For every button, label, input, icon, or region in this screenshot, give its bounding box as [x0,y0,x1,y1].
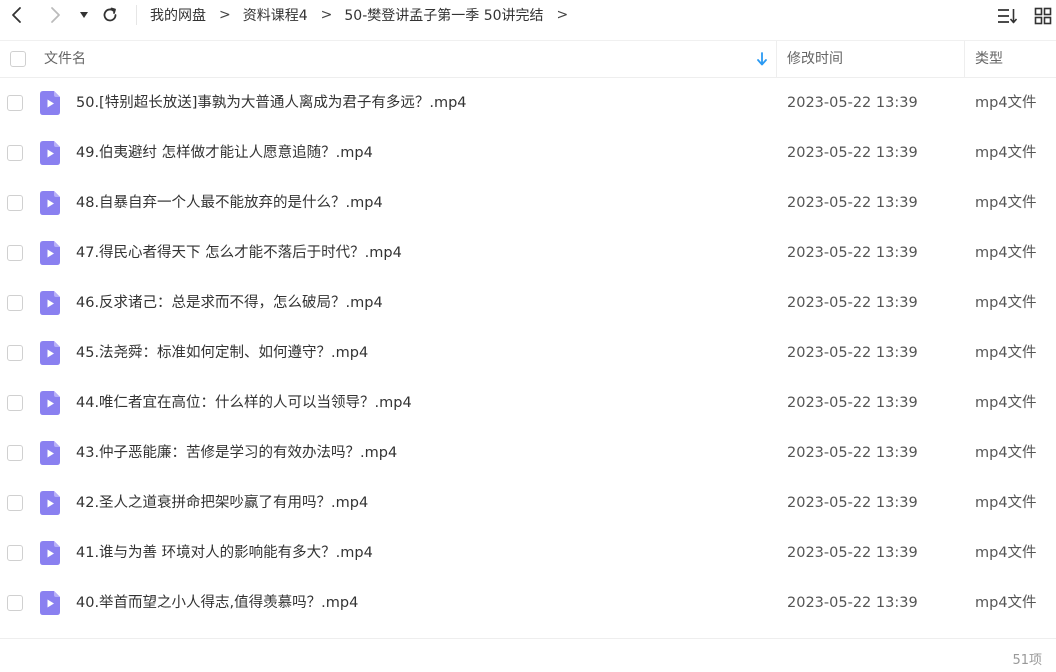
row-checkbox[interactable] [7,545,23,561]
video-file-icon [40,291,60,315]
file-type: mp4文件 [975,95,1037,111]
video-file-icon [40,391,60,415]
file-modified-time: 2023-05-22 13:39 [787,495,918,511]
file-name[interactable]: 50.[特别超长放送]事孰为大普通人离成为君子有多远？.mp4 [76,78,467,128]
row-checkbox[interactable] [7,495,23,511]
file-modified-time: 2023-05-22 13:39 [787,295,918,311]
file-type: mp4文件 [975,545,1037,561]
file-modified-time: 2023-05-22 13:39 [787,345,918,361]
table-row[interactable]: 46.反求诸己：总是求而不得，怎么破局？.mp4 2023-05-22 13:39… [0,278,1056,328]
toolbar: 我的网盘 > 资料课程4 > 50-樊登讲孟子第一季 50讲完结 > [0,0,1056,32]
table-row[interactable]: 47.得民心者得天下 怎么才能不落后于时代？.mp4 2023-05-22 13:… [0,228,1056,278]
file-name[interactable]: 49.伯夷避纣 怎样做才能让人愿意追随？.mp4 [76,128,373,178]
chevron-left-icon[interactable] [6,4,28,26]
file-type: mp4文件 [975,445,1037,461]
file-name[interactable]: 40.举首而望之小人得志,值得羡慕吗？.mp4 [76,578,358,628]
table-row[interactable]: 42.圣人之道衰拼命把架吵赢了有用吗？.mp4 2023-05-22 13:39 m… [0,478,1056,528]
video-file-icon [40,341,60,365]
column-header-name[interactable]: 文件名 [44,41,86,78]
select-all-checkbox[interactable] [10,51,26,67]
video-file-icon [40,141,60,165]
file-name[interactable]: 44.唯仁者宜在高位：什么样的人可以当领导？.mp4 [76,378,412,428]
video-file-icon [40,591,60,615]
column-header-time[interactable]: 修改时间 [787,41,843,78]
breadcrumb-item-root[interactable]: 我的网盘 [150,5,206,25]
column-divider[interactable] [964,41,965,78]
file-modified-time: 2023-05-22 13:39 [787,195,918,211]
table-row[interactable]: 48.自暴自弃一个人最不能放弃的是什么？.mp4 2023-05-22 13:39… [0,178,1056,228]
row-checkbox[interactable] [7,345,23,361]
item-count: 51项 [1012,653,1042,668]
row-checkbox[interactable] [7,395,23,411]
file-type: mp4文件 [975,145,1037,161]
row-checkbox[interactable] [7,245,23,261]
sort-down-arrow-icon[interactable] [755,51,769,67]
table-row[interactable]: 43.仲子恶能廉：苦修是学习的有效办法吗？.mp4 2023-05-22 13:3… [0,428,1056,478]
table-row[interactable]: 44.唯仁者宜在高位：什么样的人可以当领导？.mp4 2023-05-22 13:… [0,378,1056,428]
file-modified-time: 2023-05-22 13:39 [787,245,918,261]
video-file-icon [40,91,60,115]
table-row[interactable]: 40.举首而望之小人得志,值得羡慕吗？.mp4 2023-05-22 13:39 m… [0,578,1056,628]
file-type: mp4文件 [975,195,1037,211]
file-name[interactable]: 42.圣人之道衰拼命把架吵赢了有用吗？.mp4 [76,478,368,528]
chevron-right-icon[interactable] [44,4,66,26]
refresh-icon[interactable] [99,4,121,26]
file-type: mp4文件 [975,245,1037,261]
breadcrumb-separator: > [320,7,333,23]
breadcrumb-separator: > [219,7,231,23]
file-type: mp4文件 [975,345,1037,361]
file-modified-time: 2023-05-22 13:39 [787,95,918,111]
file-modified-time: 2023-05-22 13:39 [787,145,918,161]
column-divider[interactable] [776,41,777,78]
toolbar-divider [136,5,137,25]
file-name[interactable]: 48.自暴自弃一个人最不能放弃的是什么？.mp4 [76,178,383,228]
file-name[interactable]: 41.谁与为善 环境对人的影响能有多大？.mp4 [76,528,373,578]
breadcrumb-item-folder[interactable]: 资料课程4 [243,5,308,25]
sort-list-icon[interactable] [996,5,1018,27]
row-checkbox[interactable] [7,295,23,311]
table-row[interactable]: 49.伯夷避纣 怎样做才能让人愿意追随？.mp4 2023-05-22 13:39… [0,128,1056,178]
breadcrumb: 我的网盘 > 资料课程4 > 50-樊登讲孟子第一季 50讲完结 > [150,0,580,30]
file-modified-time: 2023-05-22 13:39 [787,395,918,411]
row-checkbox[interactable] [7,445,23,461]
column-header-type[interactable]: 类型 [975,41,1003,78]
video-file-icon [40,441,60,465]
file-type: mp4文件 [975,595,1037,611]
caret-down-icon[interactable] [76,4,92,26]
status-bar: 51项 [0,638,1056,672]
breadcrumb-item-current[interactable]: 50-樊登讲孟子第一季 50讲完结 [344,5,543,25]
grid-view-icon[interactable] [1032,5,1054,27]
file-type: mp4文件 [975,395,1037,411]
file-list: 50.[特别超长放送]事孰为大普通人离成为君子有多远？.mp4 2023-05-2… [0,78,1056,628]
row-checkbox[interactable] [7,145,23,161]
file-name[interactable]: 45.法尧舜：标准如何定制、如何遵守？.mp4 [76,328,368,378]
file-modified-time: 2023-05-22 13:39 [787,445,918,461]
table-row[interactable]: 41.谁与为善 环境对人的影响能有多大？.mp4 2023-05-22 13:39… [0,528,1056,578]
video-file-icon [40,191,60,215]
table-row[interactable]: 45.法尧舜：标准如何定制、如何遵守？.mp4 2023-05-22 13:39 m… [0,328,1056,378]
file-name[interactable]: 47.得民心者得天下 怎么才能不落后于时代？.mp4 [76,228,402,278]
breadcrumb-separator: > [556,7,569,23]
file-name[interactable]: 46.反求诸己：总是求而不得，怎么破局？.mp4 [76,278,383,328]
file-list-header: 文件名 修改时间 类型 [0,40,1056,78]
table-row[interactable]: 50.[特别超长放送]事孰为大普通人离成为君子有多远？.mp4 2023-05-2… [0,78,1056,128]
video-file-icon [40,541,60,565]
file-type: mp4文件 [975,295,1037,311]
file-name[interactable]: 43.仲子恶能廉：苦修是学习的有效办法吗？.mp4 [76,428,397,478]
file-modified-time: 2023-05-22 13:39 [787,595,918,611]
file-modified-time: 2023-05-22 13:39 [787,545,918,561]
file-type: mp4文件 [975,495,1037,511]
row-checkbox[interactable] [7,595,23,611]
video-file-icon [40,241,60,265]
row-checkbox[interactable] [7,95,23,111]
row-checkbox[interactable] [7,195,23,211]
video-file-icon [40,491,60,515]
